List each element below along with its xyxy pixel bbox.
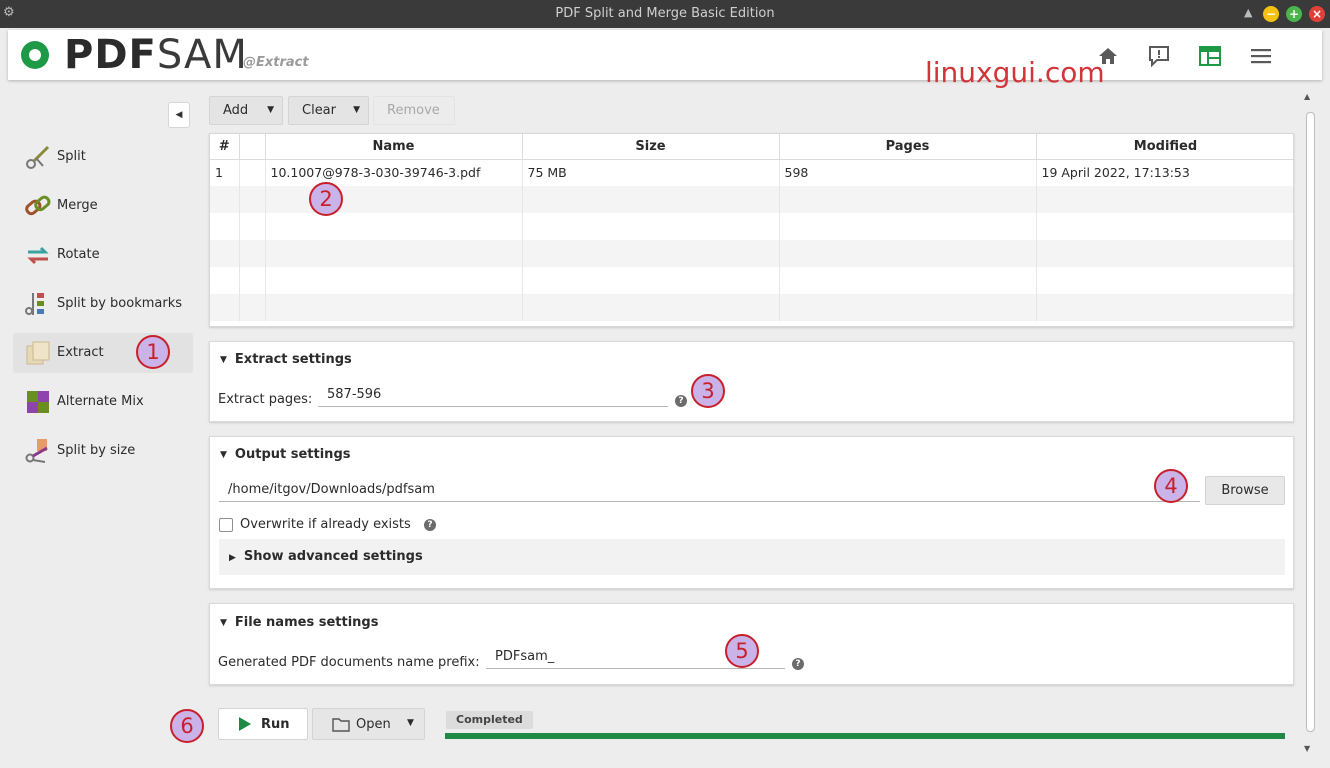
extract-settings-title[interactable]: ▼ Extract settings <box>220 352 352 367</box>
output-settings-panel: ▼ Output settings /home/itgov/Downloads/p… <box>209 436 1294 589</box>
help-icon[interactable]: ? <box>792 658 804 670</box>
empty-table-row <box>210 186 1293 213</box>
bookmarks-split-icon <box>25 293 44 315</box>
browse-button[interactable]: Browse <box>1205 476 1285 505</box>
triangle-down-icon: ▼ <box>220 618 227 628</box>
open-button[interactable]: Open ▼ <box>312 708 425 740</box>
column-header-index[interactable]: # <box>210 134 240 160</box>
sidebar-item-label: Split by bookmarks <box>57 296 182 311</box>
sidebar-item-label: Extract <box>57 345 104 360</box>
extract-settings-panel: ▼ Extract settings Extract pages: 587-596… <box>209 341 1294 422</box>
module-label: @Extract <box>243 55 309 70</box>
prefix-label: Generated PDF documents name prefix: <box>218 655 480 670</box>
watermark: linuxgui.com <box>925 56 1105 89</box>
clear-button[interactable]: Clear ▼ <box>288 96 369 125</box>
empty-table-row <box>210 213 1293 240</box>
window-titlebar: ⚙ PDF Split and Merge Basic Edition ▲ − … <box>0 0 1330 28</box>
chevron-down-icon: ▼ <box>407 718 414 728</box>
table-row[interactable]: 1 10.1007@978-3-030-39746-3.pdf 75 MB 59… <box>210 159 1293 186</box>
sidebar-item-split[interactable]: Split <box>13 137 193 177</box>
sidebar-item-split-by-size[interactable]: Split by size <box>13 431 193 471</box>
feedback-icon[interactable] <box>1146 44 1172 68</box>
column-header-modified[interactable]: Modified <box>1036 134 1293 160</box>
chevron-down-icon: ▼ <box>353 105 360 115</box>
cell-size: 75 MB <box>522 159 780 186</box>
minimize-button[interactable]: − <box>1263 6 1279 22</box>
sidebar-item-label: Split by size <box>57 443 136 458</box>
documents-table[interactable]: # Name Size Pages Modified 1 10.1007@978… <box>209 133 1294 327</box>
column-header-pages[interactable]: Pages <box>779 134 1037 160</box>
sidebar-item-label: Split <box>57 149 86 164</box>
annotation-marker: 2 <box>309 182 343 216</box>
play-icon <box>239 717 251 731</box>
extract-icon <box>26 341 50 365</box>
triangle-down-icon: ▼ <box>220 355 227 365</box>
run-button[interactable]: Run <box>218 708 308 740</box>
empty-table-row <box>210 240 1293 267</box>
file-names-settings-title[interactable]: ▼ File names settings <box>220 615 378 630</box>
sidebar-item-rotate[interactable]: Rotate <box>13 235 193 275</box>
sidebar-item-label: Alternate Mix <box>57 394 144 409</box>
triangle-right-icon: ▶ <box>229 553 236 563</box>
sidebar-item-merge[interactable]: Merge <box>13 186 193 226</box>
pdfsam-logo-icon <box>21 41 49 69</box>
app-logo: PDFSAM <box>64 32 248 78</box>
table-header-row: # Name Size Pages Modified <box>210 134 1293 160</box>
overwrite-checkbox[interactable] <box>219 518 233 532</box>
progress-bar <box>445 733 1285 739</box>
scroll-up-icon[interactable]: ▲ <box>1304 92 1310 101</box>
folder-icon <box>332 718 350 732</box>
empty-table-row <box>210 294 1293 321</box>
status-badge: Completed <box>446 711 533 729</box>
progress-bar-fill <box>445 733 1285 739</box>
remove-button[interactable]: Remove <box>373 96 455 125</box>
split-size-icon <box>25 439 48 463</box>
cell-status <box>239 159 266 186</box>
window-title: PDF Split and Merge Basic Edition <box>555 6 775 21</box>
advanced-settings-toggle[interactable]: ▶ Show advanced settings <box>219 539 1285 575</box>
triangle-down-icon: ▼ <box>220 450 227 460</box>
cell-pages: 598 <box>779 159 1037 186</box>
cell-index: 1 <box>210 159 240 186</box>
help-icon[interactable]: ? <box>424 519 436 531</box>
annotation-marker: 1 <box>136 335 170 369</box>
window-shade-icon[interactable]: ▲ <box>1244 6 1252 19</box>
scrollbar-thumb[interactable] <box>1306 112 1315 732</box>
output-settings-title[interactable]: ▼ Output settings <box>220 447 350 462</box>
overwrite-label: Overwrite if already exists <box>240 517 411 532</box>
menu-icon[interactable] <box>1248 44 1274 68</box>
empty-table-row <box>210 267 1293 294</box>
column-header-name[interactable]: Name <box>265 134 523 160</box>
sidebar-item-label: Merge <box>57 198 98 213</box>
dashboard-icon[interactable] <box>1197 44 1223 68</box>
extract-pages-label: Extract pages: <box>218 392 313 407</box>
column-header-status[interactable] <box>239 134 266 160</box>
rotate-icon <box>27 246 49 265</box>
annotation-marker: 5 <box>725 634 759 668</box>
vertical-scrollbar[interactable]: ▲ ▼ <box>1303 90 1317 758</box>
extract-pages-input[interactable]: 587-596 <box>318 385 668 407</box>
app-header: PDFSAM @Extract <box>8 30 1322 80</box>
cell-modified: 19 April 2022, 17:13:53 <box>1036 159 1293 186</box>
alternate-mix-icon <box>27 391 49 413</box>
help-icon[interactable]: ? <box>675 395 687 407</box>
column-header-size[interactable]: Size <box>522 134 780 160</box>
collapse-sidebar-button[interactable]: ◀ <box>168 102 190 128</box>
annotation-marker: 6 <box>170 709 204 743</box>
cell-name: 10.1007@978-3-030-39746-3.pdf <box>265 159 523 186</box>
sidebar-item-label: Rotate <box>57 247 100 262</box>
sidebar-item-alternate-mix[interactable]: Alternate Mix <box>13 382 193 422</box>
chain-icon <box>25 195 51 216</box>
scroll-down-icon[interactable]: ▼ <box>1304 744 1310 753</box>
scissors-icon <box>26 145 50 169</box>
annotation-marker: 4 <box>1154 469 1188 503</box>
annotation-marker: 3 <box>691 374 725 408</box>
add-button[interactable]: Add ▼ <box>209 96 283 125</box>
sidebar-item-split-by-bookmarks[interactable]: Split by bookmarks <box>13 284 193 324</box>
chevron-down-icon: ▼ <box>267 105 274 115</box>
output-path-input[interactable]: /home/itgov/Downloads/pdfsam <box>219 480 1200 502</box>
close-button[interactable]: × <box>1309 6 1325 22</box>
maximize-button[interactable]: + <box>1286 6 1302 22</box>
